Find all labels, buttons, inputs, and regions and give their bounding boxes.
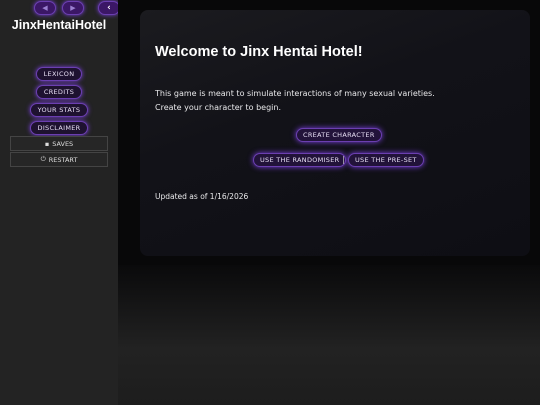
update-date: Updated as of 1/16/2026 [155, 192, 249, 201]
saves-button[interactable]: ▪ SAVES [10, 136, 108, 151]
page-title: Welcome to Jinx Hentai Hotel! [155, 44, 363, 60]
sidebar: ◀ ▶ ‹ JinxHentaiHotel LEXICON CREDITS YO… [0, 0, 120, 405]
menu-item-credits[interactable]: CREDITS [35, 85, 83, 99]
button-separator: | [342, 155, 345, 164]
intro-text-line2: Create your character to begin. [155, 103, 281, 112]
restart-button[interactable]: ⏻ RESTART [10, 152, 108, 167]
arrow-left-icon: ◀ [42, 3, 48, 12]
arrow-right-icon: ▶ [70, 3, 76, 12]
main-background [118, 265, 540, 405]
menu-item-your-stats[interactable]: YOUR STATS [29, 103, 89, 117]
menu-item-lexicon[interactable]: LEXICON [35, 67, 83, 81]
restart-label: RESTART [48, 155, 78, 164]
history-back-button[interactable]: ◀ [34, 1, 56, 15]
randomiser-button[interactable]: USE THE RANDOMISER [253, 153, 347, 167]
saves-label: SAVES [52, 139, 74, 148]
history-forward-button[interactable]: ▶ [62, 1, 84, 15]
power-icon: ⏻ [40, 155, 46, 163]
story-menu: LEXICON CREDITS YOUR STATS DISCLAIMER [0, 67, 118, 139]
chevron-left-icon: ‹ [107, 2, 111, 13]
menu-item-disclaimer[interactable]: DISCLAIMER [29, 121, 89, 135]
sidebar-collapse-button[interactable]: ‹ [98, 1, 120, 15]
intro-text-line1: This game is meant to simulate interacti… [155, 89, 435, 98]
create-character-button[interactable]: CREATE CHARACTER [296, 128, 382, 142]
ui-actions: ▪ SAVES ⏻ RESTART [10, 136, 108, 168]
story-title: JinxHentaiHotel [11, 18, 107, 32]
save-icon: ▪ [44, 139, 50, 148]
preset-button[interactable]: USE THE PRE-SET [348, 153, 424, 167]
